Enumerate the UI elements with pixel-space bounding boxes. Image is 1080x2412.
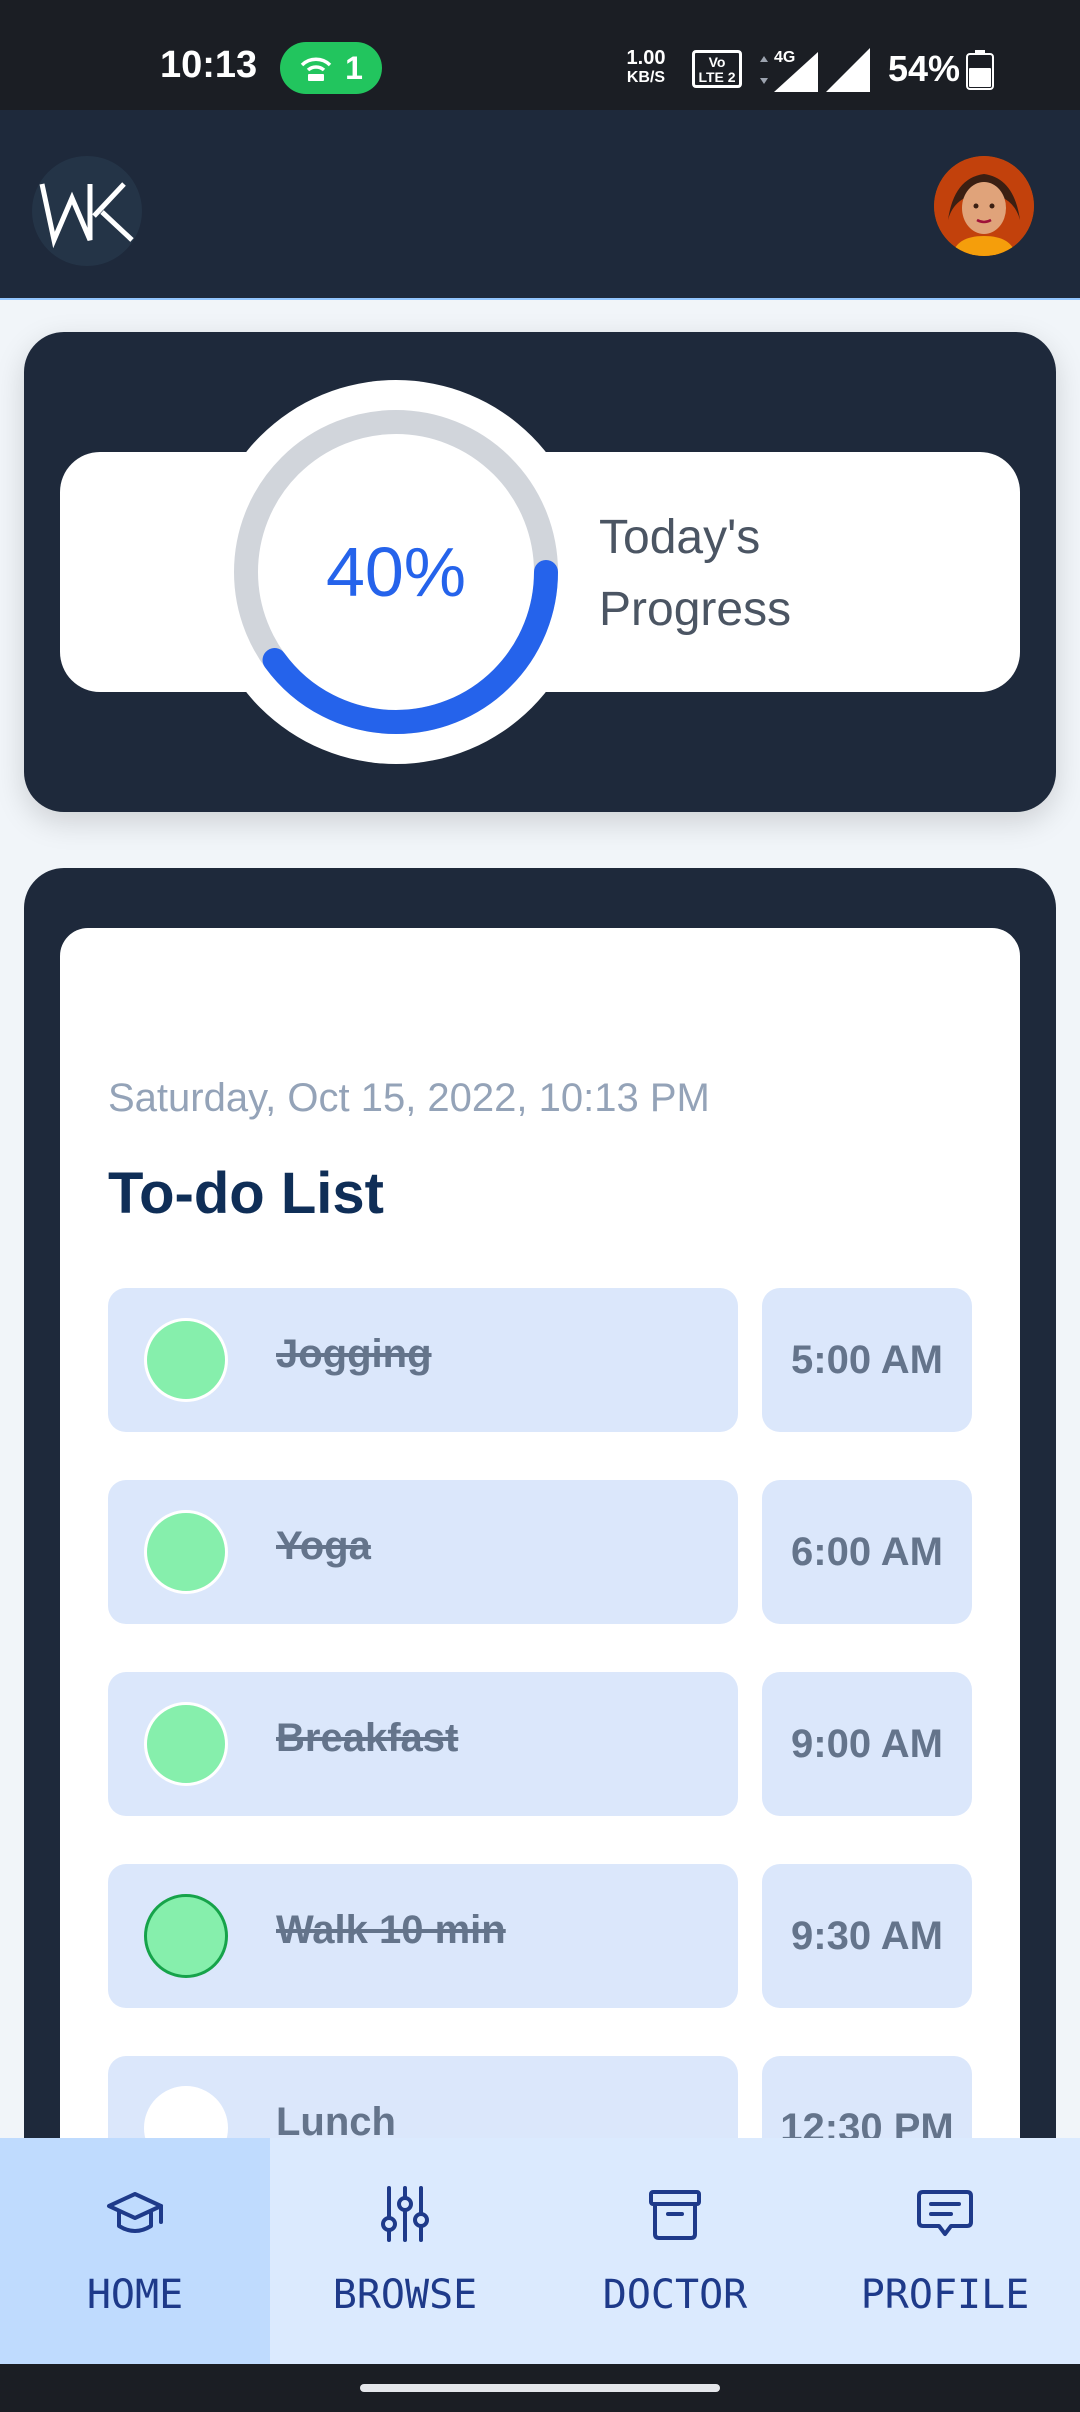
nav-profile-label: PROFILE [860,2272,1030,2318]
task-item[interactable]: Yoga [108,1480,738,1624]
graduation-cap-icon [107,2192,163,2233]
app-header [0,110,1080,300]
net-speed: 1.00 KB/S [622,48,670,88]
task-item[interactable]: Jogging [108,1288,738,1432]
volte-line2: LTE 2 [698,69,736,85]
task-time[interactable]: 9:30 AM [762,1864,972,2008]
task-checkbox[interactable] [144,1318,228,1402]
archive-box-icon [649,2190,701,2240]
bottom-nav: HOME BROWSE DOCTOR PROFILE [0,2138,1080,2364]
battery-percent: 54% [888,48,961,89]
task-item[interactable]: Breakfast [108,1672,738,1816]
task-time[interactable]: 6:00 AM [762,1480,972,1624]
chat-message-icon [917,2190,973,2236]
sliders-icon [381,2186,429,2242]
nav-doctor[interactable]: DOCTOR [540,2138,810,2364]
task-row: Yoga 6:00 AM [108,1480,972,1624]
hotspot-indicator: 1 [280,42,382,94]
task-name: Breakfast [276,1716,459,1760]
hotspot-count: 1 [345,49,363,86]
svg-text:4G: 4G [774,49,795,66]
task-name: Walk 10 min [276,1908,506,1952]
nav-home-label: HOME [86,2272,184,2318]
task-row: Jogging 5:00 AM [108,1288,972,1432]
task-row: Walk 10 min 9:30 AM [108,1864,972,2008]
progress-card: 40% Today's Progress [24,332,1056,812]
hotspot-icon [300,57,332,81]
status-time: 10:13 [160,44,258,86]
nav-doctor-label: DOCTOR [602,2272,748,2318]
task-checkbox[interactable] [144,1510,228,1594]
status-bar: 10:13 1 1.00 KB/S Vo LTE 2 4G 54% [0,0,1080,110]
net-speed-unit: KB/S [626,69,666,86]
task-name: Jogging [276,1332,432,1376]
todo-date: Saturday, Oct 15, 2022, 10:13 PM [108,1076,710,1120]
volte-line1: Vo [708,54,726,70]
task-time[interactable]: 5:00 AM [762,1288,972,1432]
progress-label-line1: Today's [599,511,761,564]
todo-panel: Saturday, Oct 15, 2022, 10:13 PM To-do L… [60,928,1020,2328]
progress-label-line2: Progress [599,583,792,636]
task-checkbox[interactable] [144,1702,228,1786]
signal-4g-icon: 4G [752,48,818,92]
home-indicator[interactable] [360,2384,720,2392]
task-item[interactable]: Walk 10 min [108,1864,738,2008]
volte-icon: Vo LTE 2 [692,50,742,88]
nav-profile[interactable]: PROFILE [810,2138,1080,2364]
nav-browse[interactable]: BROWSE [270,2138,540,2364]
app-logo-icon[interactable] [32,156,142,266]
progress-label: Today's Progress [599,502,849,646]
nav-home[interactable]: HOME [0,2138,270,2364]
progress-value: 40% [325,533,467,611]
nav-browse-label: BROWSE [332,2272,478,2318]
task-time[interactable]: 9:00 AM [762,1672,972,1816]
task-row: Breakfast 9:00 AM [108,1672,972,1816]
user-avatar[interactable] [934,156,1034,256]
todo-card: Saturday, Oct 15, 2022, 10:13 PM To-do L… [24,868,1056,2328]
task-checkbox[interactable] [144,1894,228,1978]
task-name: Yoga [276,1524,371,1568]
todo-title: To-do List [108,1161,384,1226]
signal-icon [826,48,870,92]
net-speed-value: 1.00 [626,47,666,69]
battery-icon [966,50,994,90]
